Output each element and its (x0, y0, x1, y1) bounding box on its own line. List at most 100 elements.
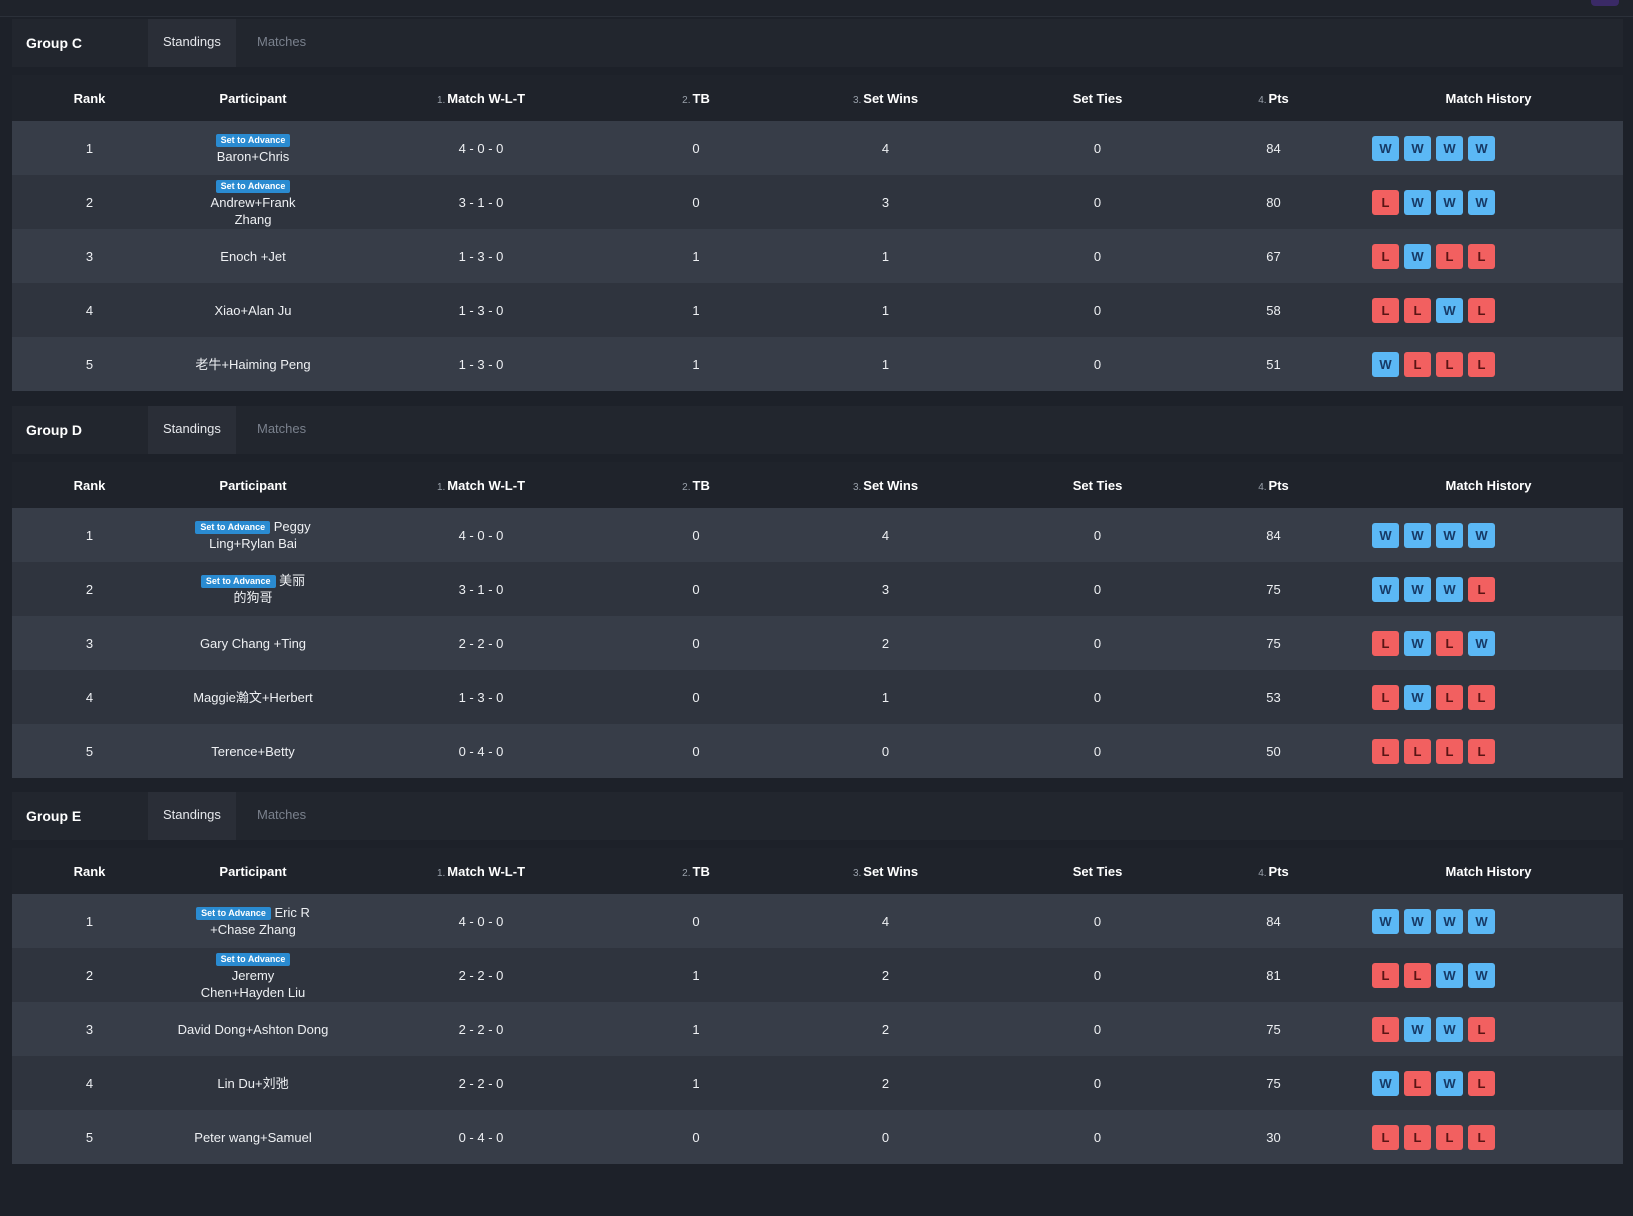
participant-cell[interactable]: Xiao+Alan Ju (167, 283, 339, 337)
loss-chip[interactable]: L (1372, 297, 1399, 323)
participant-name[interactable]: Andrew+Frank Zhang (211, 195, 296, 227)
participant-name[interactable]: 老牛+Haiming Peng (195, 357, 310, 372)
loss-chip[interactable]: L (1468, 576, 1495, 602)
win-chip[interactable]: W (1404, 243, 1431, 269)
loss-chip[interactable]: L (1436, 243, 1463, 269)
win-chip[interactable]: W (1436, 135, 1463, 161)
win-chip[interactable]: W (1372, 1070, 1399, 1096)
loss-chip[interactable]: L (1404, 351, 1431, 377)
participant-name[interactable]: Gary Chang +Ting (200, 636, 306, 651)
col-set-wins[interactable]: 3. Set Wins (769, 462, 1002, 508)
participant-cell[interactable]: Set to Advance Eric R +Chase Zhang (167, 894, 339, 948)
col-match-wlt[interactable]: 1. Match W-L-T (339, 75, 623, 121)
win-chip[interactable]: W (1404, 576, 1431, 602)
tab-standings[interactable]: Standings (148, 792, 236, 840)
tab-standings[interactable]: Standings (148, 19, 236, 67)
participant-cell[interactable]: Terence+Betty (167, 724, 339, 778)
col-set-wins[interactable]: 3. Set Wins (769, 75, 1002, 121)
win-chip[interactable]: W (1404, 135, 1431, 161)
col-pts[interactable]: 4. Pts (1193, 75, 1354, 121)
win-chip[interactable]: W (1468, 522, 1495, 548)
participant-name[interactable]: Peter wang+Samuel (194, 1130, 311, 1145)
loss-chip[interactable]: L (1372, 1124, 1399, 1150)
win-chip[interactable]: W (1404, 189, 1431, 215)
win-chip[interactable]: W (1468, 189, 1495, 215)
participant-cell[interactable]: Peter wang+Samuel (167, 1110, 339, 1164)
tab-matches[interactable]: Matches (242, 19, 321, 67)
loss-chip[interactable]: L (1468, 1016, 1495, 1042)
col-pts[interactable]: 4. Pts (1193, 462, 1354, 508)
win-chip[interactable]: W (1436, 576, 1463, 602)
participant-cell[interactable]: Set to Advance Baron+Chris (167, 121, 339, 175)
loss-chip[interactable]: L (1372, 962, 1399, 988)
win-chip[interactable]: W (1436, 1070, 1463, 1096)
win-chip[interactable]: W (1436, 522, 1463, 548)
tab-matches[interactable]: Matches (242, 406, 321, 454)
win-chip[interactable]: W (1468, 962, 1495, 988)
loss-chip[interactable]: L (1372, 738, 1399, 764)
win-chip[interactable]: W (1372, 522, 1399, 548)
participant-cell[interactable]: Maggie瀚文+Herbert (167, 670, 339, 724)
participant-cell[interactable]: Lin Du+刘弛 (167, 1056, 339, 1110)
participant-name[interactable]: Enoch +Jet (220, 249, 285, 264)
col-set-wins[interactable]: 3. Set Wins (769, 848, 1002, 894)
participant-name[interactable]: Lin Du+刘弛 (217, 1076, 288, 1091)
col-rank[interactable]: Rank (12, 75, 167, 121)
win-chip[interactable]: W (1468, 908, 1495, 934)
participant-name[interactable]: Xiao+Alan Ju (215, 303, 292, 318)
win-chip[interactable]: W (1372, 351, 1399, 377)
loss-chip[interactable]: L (1372, 684, 1399, 710)
loss-chip[interactable]: L (1436, 684, 1463, 710)
loss-chip[interactable]: L (1404, 1070, 1431, 1096)
win-chip[interactable]: W (1404, 908, 1431, 934)
loss-chip[interactable]: L (1468, 684, 1495, 710)
loss-chip[interactable]: L (1404, 738, 1431, 764)
loss-chip[interactable]: L (1436, 1124, 1463, 1150)
participant-cell[interactable]: Set to Advance Jeremy Chen+Hayden Liu (167, 948, 339, 1002)
loss-chip[interactable]: L (1372, 630, 1399, 656)
col-match-wlt[interactable]: 1. Match W-L-T (339, 462, 623, 508)
loss-chip[interactable]: L (1372, 1016, 1399, 1042)
loss-chip[interactable]: L (1436, 738, 1463, 764)
participant-cell[interactable]: 老牛+Haiming Peng (167, 337, 339, 391)
participant-name[interactable]: Baron+Chris (217, 149, 290, 164)
loss-chip[interactable]: L (1436, 351, 1463, 377)
col-set-ties[interactable]: Set Ties (1002, 848, 1193, 894)
win-chip[interactable]: W (1404, 684, 1431, 710)
win-chip[interactable]: W (1436, 297, 1463, 323)
loss-chip[interactable]: L (1468, 243, 1495, 269)
loss-chip[interactable]: L (1436, 630, 1463, 656)
participant-name[interactable]: Maggie瀚文+Herbert (193, 690, 313, 705)
loss-chip[interactable]: L (1468, 297, 1495, 323)
loss-chip[interactable]: L (1404, 297, 1431, 323)
col-participant[interactable]: Participant (167, 848, 339, 894)
win-chip[interactable]: W (1404, 522, 1431, 548)
col-participant[interactable]: Participant (167, 75, 339, 121)
participant-name[interactable]: David Dong+Ashton Dong (178, 1022, 329, 1037)
col-rank[interactable]: Rank (12, 848, 167, 894)
win-chip[interactable]: W (1436, 962, 1463, 988)
col-tb[interactable]: 2. TB (623, 848, 769, 894)
loss-chip[interactable]: L (1372, 243, 1399, 269)
col-pts[interactable]: 4. Pts (1193, 848, 1354, 894)
participant-cell[interactable]: Enoch +Jet (167, 229, 339, 283)
win-chip[interactable]: W (1436, 908, 1463, 934)
loss-chip[interactable]: L (1372, 189, 1399, 215)
participant-cell[interactable]: Set to Advance 美丽的狗哥 (167, 562, 339, 616)
col-match-wlt[interactable]: 1. Match W-L-T (339, 848, 623, 894)
participant-name[interactable]: Jeremy Chen+Hayden Liu (201, 968, 305, 1000)
participant-name[interactable]: Terence+Betty (211, 744, 294, 759)
tab-matches[interactable]: Matches (242, 792, 321, 840)
participant-cell[interactable]: Set to Advance Andrew+Frank Zhang (167, 175, 339, 229)
win-chip[interactable]: W (1468, 135, 1495, 161)
win-chip[interactable]: W (1372, 908, 1399, 934)
col-tb[interactable]: 2. TB (623, 462, 769, 508)
loss-chip[interactable]: L (1468, 1070, 1495, 1096)
win-chip[interactable]: W (1468, 630, 1495, 656)
tab-standings[interactable]: Standings (148, 406, 236, 454)
loss-chip[interactable]: L (1404, 1124, 1431, 1150)
win-chip[interactable]: W (1372, 576, 1399, 602)
col-set-ties[interactable]: Set Ties (1002, 462, 1193, 508)
participant-cell[interactable]: Gary Chang +Ting (167, 616, 339, 670)
loss-chip[interactable]: L (1468, 738, 1495, 764)
